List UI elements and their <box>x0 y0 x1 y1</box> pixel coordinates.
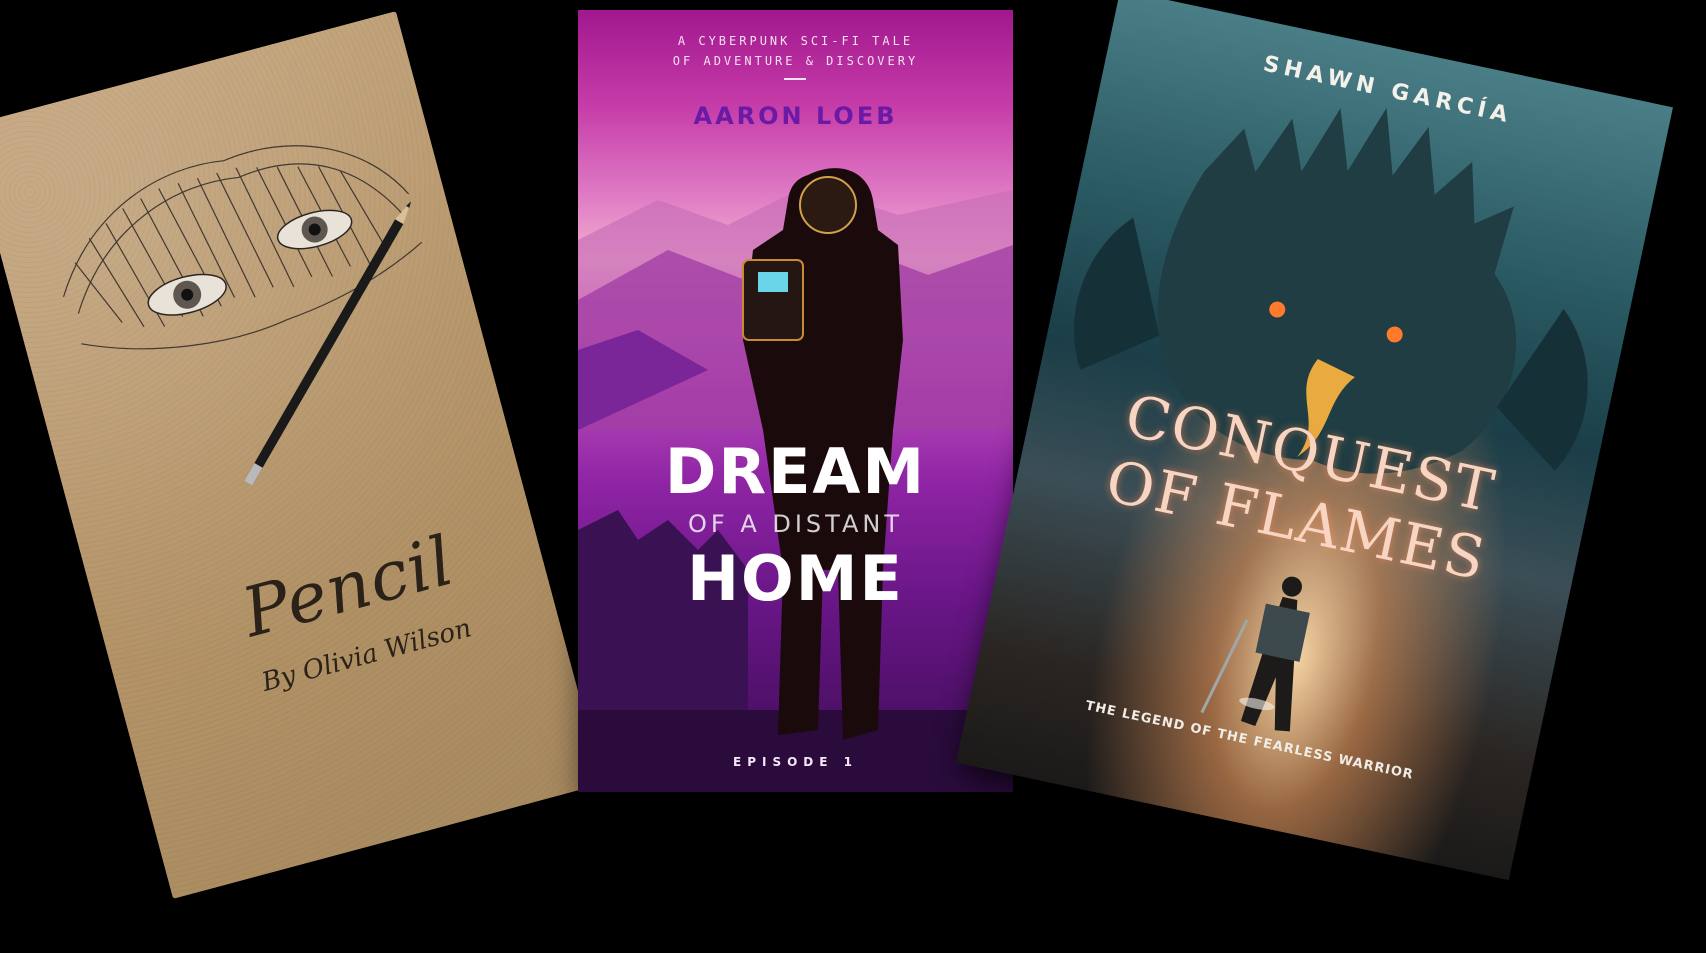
book-episode-label: EPISODE 1 <box>733 755 858 769</box>
dream-book-cover: A CYBERPUNK SCI-FI TALE OF ADVENTURE & D… <box>578 10 1013 792</box>
divider <box>784 78 806 80</box>
book-title-line1: DREAM <box>664 435 927 508</box>
pencil-book-cover: Pencil By Olivia Wilson <box>0 11 603 899</box>
conquest-book-cover: SHAWN GARCÍA CONQUEST OF FLAMES THE LEGE… <box>956 0 1673 881</box>
book-tagline-line2: OF ADVENTURE & DISCOVERY <box>672 54 919 68</box>
book-tagline-line1: A CYBERPUNK SCI-FI TALE <box>677 34 914 48</box>
book-title-line3: HOME <box>687 542 904 615</box>
book-author: AARON LOEB <box>693 102 898 130</box>
book-covers-showcase: Pencil By Olivia Wilson A CYBERPUNK SCI-… <box>0 0 1706 953</box>
book-title-line2: OF A DISTANT <box>688 510 903 538</box>
